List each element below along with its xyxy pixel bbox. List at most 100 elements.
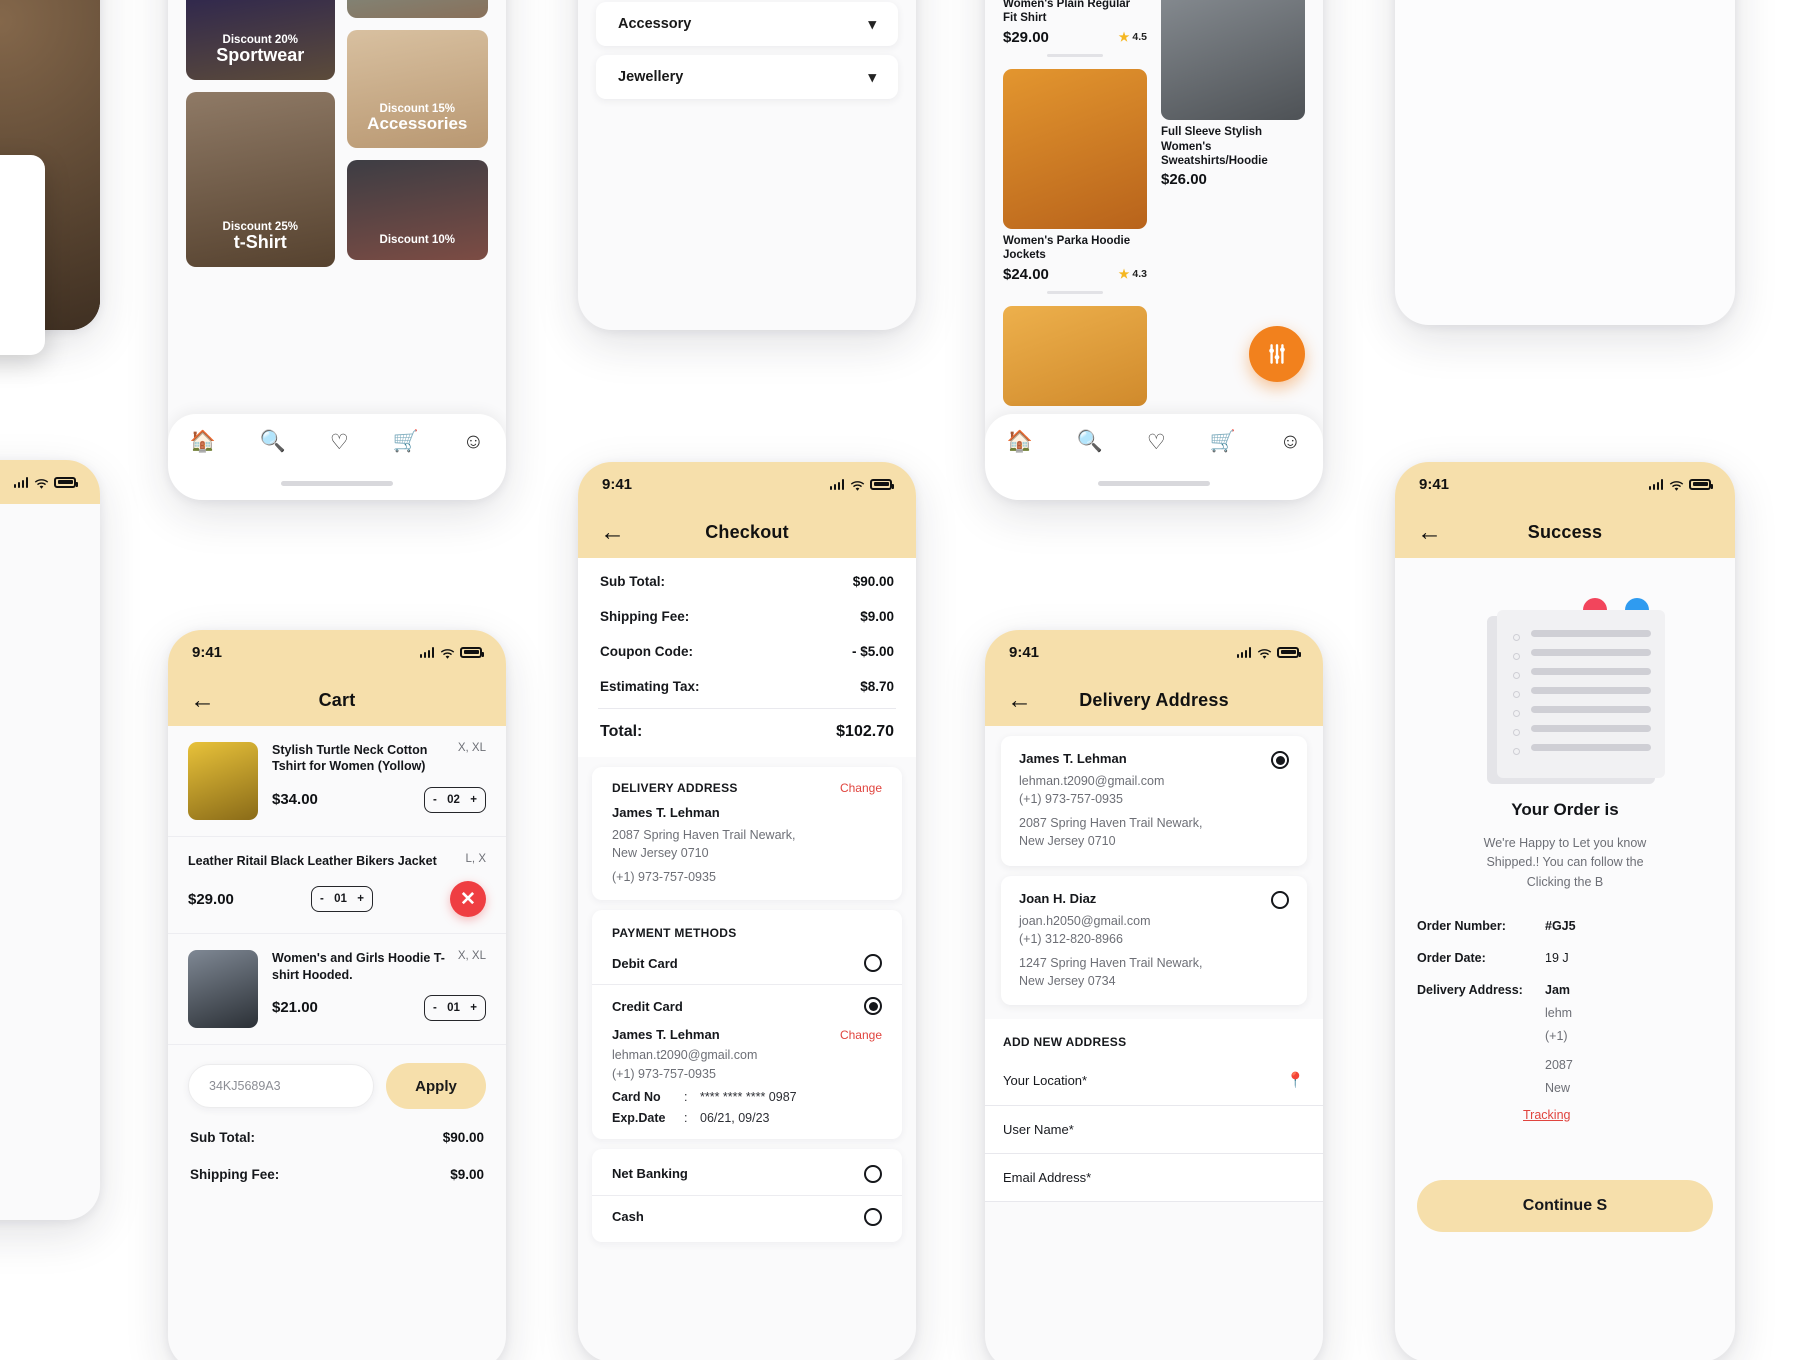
summary-row-total: Total: $102.70 [578, 713, 916, 751]
radio-net-banking[interactable] [864, 1164, 882, 1183]
success-heading: Your Order is [1511, 800, 1619, 819]
qty-increment-button[interactable]: + [470, 1002, 477, 1014]
card-exp-row: Exp.Date : 06/21, 09/23 [612, 1111, 882, 1125]
radio-credit-card[interactable] [864, 997, 882, 1016]
list-item[interactable]: ★★★★★ ract designers gn. [0, 686, 84, 755]
address-name: Joan H. Diaz [1019, 890, 1097, 906]
table-row[interactable]: Women's and Girls Hoodie T-shirt Hooded.… [168, 934, 506, 1046]
list-item[interactable]: ★★★★★ can distract s alike away [0, 605, 84, 674]
payment-method-cash[interactable]: Cash [612, 1207, 882, 1226]
radio-address-james[interactable] [1271, 751, 1289, 769]
filter-sliders-icon[interactable] [1249, 326, 1305, 382]
your-location-label: Your Location* [1003, 1072, 1088, 1088]
qty-increment-button[interactable]: + [470, 794, 477, 806]
address-card-james[interactable]: James T. Lehman lehman.t2090@gmail.com (… [1001, 736, 1307, 866]
review-list: ★★★★★ can distract s alike away ★★★★★ ra… [0, 605, 100, 997]
accordion-jewellery-label: Jewellery [618, 69, 684, 85]
heart-icon[interactable]: ♡ [1147, 430, 1166, 455]
payment-method-net-banking[interactable]: Net Banking Cash [592, 1148, 902, 1242]
change-card-link[interactable]: Change [840, 1028, 882, 1042]
qty-decrement-button[interactable]: - [433, 1002, 437, 1014]
payment-method-credit-card[interactable]: Credit Card [612, 997, 882, 1016]
order-number-value: #GJ5 [1545, 919, 1576, 934]
location-pin-icon[interactable]: 📍 [1286, 1071, 1305, 1089]
back-arrow-icon[interactable]: ← [1007, 687, 1032, 713]
email-address-label: Email Address* [1003, 1170, 1092, 1185]
chevron-down-icon[interactable]: ▾ [868, 15, 876, 33]
apply-button[interactable]: Apply [386, 1063, 486, 1110]
address-phone: (+1) 312-820-8966 [1019, 931, 1123, 946]
cart-item-list: Stylish Turtle Neck Cotton Tshirt for Wo… [168, 726, 506, 1046]
list-item[interactable]: ★★★★★ an filler text enal. [0, 847, 84, 916]
radio-cash[interactable] [864, 1207, 882, 1226]
radio-address-joan[interactable] [1271, 890, 1289, 909]
tile-shoes[interactable]: Discount 10% [346, 160, 488, 260]
cart-summary-row: Sub Total: $90.00 [168, 1119, 506, 1156]
table-row[interactable]: Stylish Turtle Neck Cotton Tshirt for Wo… [168, 726, 506, 837]
quantity-stepper[interactable]: - 01 + [310, 886, 373, 913]
home-icon[interactable]: 🏠 [1007, 430, 1033, 454]
product-price: $24.00 [1003, 265, 1049, 283]
qty-decrement-button[interactable]: - [320, 893, 324, 905]
your-location-field[interactable]: Your Location* 📍 [985, 1055, 1323, 1106]
qty-decrement-button[interactable]: - [433, 794, 437, 806]
search-icon[interactable]: 🔍 [1077, 430, 1103, 454]
search-icon[interactable]: 🔍 [260, 430, 286, 454]
product-card[interactable] [1003, 305, 1147, 406]
product-name: Full Sleeve Stylish Women's Sweatshirts/… [1161, 126, 1268, 167]
email-address-field[interactable]: Email Address* [985, 1154, 1323, 1202]
total-label: Total: [600, 723, 643, 740]
address-card-joan[interactable]: Joan H. Diaz joan.h2050@gmail.com (+1) 3… [1001, 875, 1307, 1005]
tile-accessories[interactable]: Discount 15% Accessories [346, 30, 488, 148]
user-name-field[interactable]: User Name* [985, 1106, 1323, 1154]
continue-shopping-button[interactable]: Continue S [1417, 1180, 1713, 1232]
change-address-link[interactable]: Change [840, 781, 882, 795]
back-arrow-icon[interactable]: ← [190, 687, 215, 713]
wifi-icon [440, 647, 455, 659]
year-option-2020[interactable]: 2020 [0, 233, 45, 250]
tile-jackets[interactable]: Discount 25% Jackets [346, 0, 488, 18]
tile-tshirt[interactable]: Discount 25% t-Shirt [186, 92, 335, 267]
product-card[interactable]: Full Sleeve Stylish Women's Sweatshirts/… [1161, 0, 1305, 188]
signal-icon [1648, 478, 1663, 490]
tracking-link[interactable]: Tracking [1523, 1104, 1592, 1126]
year-option-2019[interactable]: 2019 [0, 206, 45, 223]
year-option-2021[interactable]: 2021 [0, 260, 45, 278]
summary-value: $90.00 [442, 1130, 484, 1146]
close-icon[interactable]: ✕ [449, 881, 486, 918]
list-item[interactable]: ★★★★★ can distract s alike away [0, 928, 84, 997]
product-card[interactable]: Women's Parka Hoodie Jockets $24.00 ★ 4.… [1003, 68, 1147, 294]
status-time: 9:41 [1009, 643, 1040, 661]
user-icon[interactable]: ☺ [463, 430, 484, 454]
bottom-tab-bar[interactable]: 🏠 🔍 ♡ 🛒 ☺ [168, 414, 506, 500]
accordion-jewellery[interactable]: Jewellery ▾ [596, 55, 898, 99]
table-row[interactable]: Leather Ritail Black Leather Bikers Jack… [168, 837, 506, 935]
cart-icon[interactable]: 🛒 [393, 430, 419, 454]
payment-method-debit-card[interactable]: Debit Card [612, 954, 882, 973]
tile-sportwear[interactable]: Discount 20% Sportwear [186, 0, 335, 80]
heart-icon[interactable]: ♡ [330, 430, 349, 455]
accordion-accessory[interactable]: Accessory ▾ [596, 2, 898, 46]
user-icon[interactable]: ☺ [1280, 430, 1301, 454]
back-arrow-icon[interactable]: ← [600, 519, 625, 545]
list-item[interactable]: ★★★★★ design process t rules. [0, 767, 84, 836]
review-subtitle: gs) [0, 545, 84, 559]
quantity-stepper[interactable]: - 01 + [424, 994, 486, 1021]
home-icon[interactable]: 🏠 [190, 430, 216, 454]
quantity-stepper[interactable]: - 02 + [424, 786, 486, 813]
product-card[interactable]: Women's Plain Regular Fit Shirt $29.00 ★… [1003, 0, 1147, 57]
radio-debit-card[interactable] [864, 954, 882, 973]
year-dropdown[interactable]: 2019 2020 2021 2022 [0, 155, 45, 355]
chevron-down-icon[interactable]: ▾ [868, 68, 876, 86]
address-phone: (+1) 973-757-0935 [1019, 792, 1123, 807]
year-option-2022[interactable]: 2022 [0, 288, 45, 305]
bottom-tab-bar[interactable]: 🏠 🔍 ♡ 🛒 ☺ [985, 414, 1323, 500]
coupon-input[interactable]: 34KJ5689A3 [188, 1064, 374, 1109]
category-tiles-grid: Discount 20% Sportwear Discount 25% t-Sh… [186, 0, 488, 267]
cart-icon[interactable]: 🛒 [1210, 430, 1236, 454]
qty-increment-button[interactable]: + [357, 893, 364, 905]
status-time: 9:41 [1419, 475, 1450, 493]
back-arrow-icon[interactable]: ← [1417, 519, 1442, 545]
